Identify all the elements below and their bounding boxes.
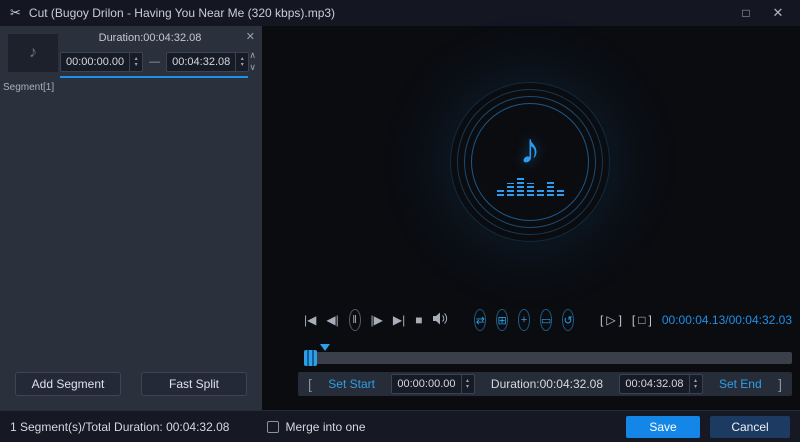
scissors-icon: ✂ [10,5,21,20]
step-down-icon[interactable]: ▾ [466,384,469,390]
segment-label: Segment[1] [3,82,55,93]
segment-thumbnail[interactable]: ♪ [8,34,58,72]
maximize-button[interactable]: □ [734,6,758,20]
reset-icon[interactable]: ↺ [562,309,574,331]
pause-button[interactable]: ‖ [348,309,361,331]
move-segment-down-icon[interactable]: ∨ [249,62,256,73]
trim-end-input[interactable]: 00:04:32.08 ▴ ▾ [619,374,703,394]
bracket-right: ] [648,313,652,327]
step-down-icon[interactable]: ▾ [694,384,697,390]
window-title: Cut (Bugoy Drilon - Having You Near Me (… [28,6,336,20]
trim-start-handle[interactable] [304,350,317,366]
add-segment-button[interactable]: Add Segment [15,372,121,396]
playhead-marker[interactable] [320,344,330,351]
fast-split-button[interactable]: Fast Split [141,372,247,396]
equalizer-bars [496,176,564,196]
set-end-button[interactable]: Set End [719,377,762,391]
bracket-right: ] [618,313,622,327]
skip-to-start-icon[interactable]: |◀ [304,313,316,327]
segment-actions: Add Segment Fast Split [0,372,262,396]
skip-to-end-icon[interactable]: ▶| [393,313,405,327]
close-button[interactable]: ✕ [766,5,790,21]
merge-into-one-option[interactable]: Merge into one [267,419,366,434]
segment-progress-bar [60,76,248,78]
cancel-button[interactable]: Cancel [710,415,790,438]
segment-end-stepper: ▴ ▾ [235,53,248,71]
playback-controls: |◀ ◀| ‖ |▶ ▶| ■ ⇄ ⊞ + ▭ ↺ [ ▷ ] [ □ ] 00… [304,298,792,342]
remove-segment-icon[interactable]: ✕ [246,30,255,43]
merge-checkbox[interactable] [267,420,280,433]
save-button[interactable]: Save [626,415,700,438]
trim-duration-label: Duration:00:04:32.08 [490,377,604,391]
step-down-icon[interactable]: ▾ [241,62,244,68]
end-bracket: ] [778,376,782,392]
segment-start-stepper: ▴ ▾ [129,53,142,71]
stop-segment-button[interactable]: [ □ ] [632,313,652,327]
step-down-icon[interactable]: ▾ [135,62,138,68]
trim-controls-bar: [ Set Start 00:00:00.00 ▴ ▾ Duration:00:… [298,372,792,396]
total-duration-summary: 1 Segment(s)/Total Duration: 00:04:32.08 [10,419,230,434]
segment-panel: Duration:00:04:32.08 ✕ ∧ ∨ ♪ 00:00:00.00… [0,26,262,410]
trim-start-input[interactable]: 00:00:00.00 ▴ ▾ [391,374,475,394]
segment-end-input[interactable]: 00:04:32.08 ▴ ▾ [166,52,250,72]
audio-artwork: ♪ [450,82,610,242]
titlebar: ✂ Cut (Bugoy Drilon - Having You Near Me… [0,0,800,26]
next-frame-icon[interactable]: |▶ [371,313,383,327]
segment-time-range: 00:00:00.00 ▴ ▾ — 00:04:32.08 ▴ ▾ [60,52,250,72]
trim-end-value[interactable]: 00:04:32.08 [620,375,688,393]
bracket-left: [ [631,313,636,327]
play-icon: ▷ [606,313,616,327]
start-bracket: [ [308,376,312,392]
segment-end-value[interactable]: 00:04:32.08 [167,53,235,71]
cut-dialog-window: ✂ Cut (Bugoy Drilon - Having You Near Me… [0,0,800,442]
playback-time-display: 00:00:04.13/00:04:32.03 [661,313,792,327]
stop-icon: □ [638,313,646,327]
footer-bar: 1 Segment(s)/Total Duration: 00:04:32.08… [0,410,800,442]
segment-start-value[interactable]: 00:00:00.00 [61,53,129,71]
audio-file-icon: ♪ [29,44,37,61]
play-segment-button[interactable]: [ ▷ ] [600,313,622,327]
move-segment-up-icon[interactable]: ∧ [249,50,256,61]
segment-start-input[interactable]: 00:00:00.00 ▴ ▾ [60,52,144,72]
stop-button[interactable]: ■ [415,313,422,327]
previous-frame-icon[interactable]: ◀| [326,313,338,327]
snapshot-icon[interactable]: ⊞ [496,309,509,331]
bracket-left: [ [600,313,604,327]
merge-label: Merge into one [285,419,366,434]
split-icon[interactable]: ⇄ [474,309,487,331]
segment-duration-header: Duration:00:04:32.08 [98,32,202,44]
timeline-track[interactable] [304,344,792,366]
add-segment-icon[interactable]: + [518,309,530,331]
player-panel: ♪ |◀ ◀| ‖ |▶ ▶| ■ ⇄ ⊞ + ▭ ↺ [ ▷ ] [□] … [262,26,800,410]
volume-icon[interactable] [432,312,448,328]
crop-icon[interactable]: ▭ [539,309,553,331]
set-start-button[interactable]: Set Start [328,377,375,391]
trim-start-value[interactable]: 00:00:00.00 [392,375,460,393]
artwork-disc: ♪ [471,103,589,221]
music-note-icon: ♪ [519,125,541,172]
range-separator: — [149,56,161,68]
trim-end-stepper: ▴ ▾ [688,375,702,393]
trim-start-stepper: ▴ ▾ [460,375,474,393]
